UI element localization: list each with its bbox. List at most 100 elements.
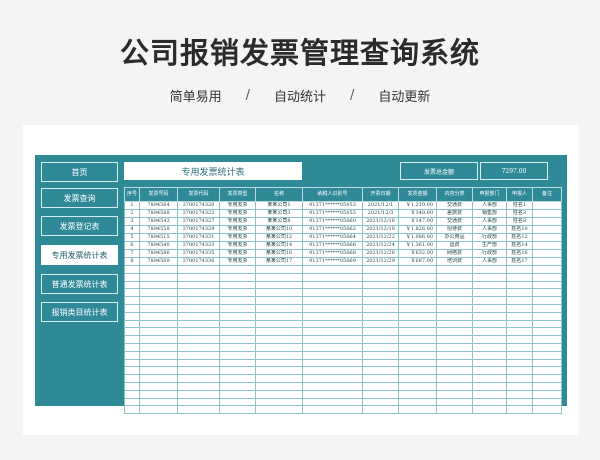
table-cell[interactable]: 2021/12/18 — [362, 225, 399, 234]
empty-table-cell[interactable] — [472, 280, 507, 290]
empty-table-cell[interactable] — [219, 366, 256, 376]
empty-table-cell[interactable] — [532, 265, 562, 274]
empty-table-cell[interactable] — [124, 342, 140, 352]
empty-table-cell[interactable] — [436, 327, 473, 337]
empty-table-cell[interactable] — [362, 366, 399, 376]
empty-table-cell[interactable] — [472, 389, 507, 399]
empty-table-cell[interactable] — [506, 288, 533, 298]
empty-table-cell[interactable] — [506, 358, 533, 368]
table-cell[interactable]: 专用发票 — [219, 209, 256, 218]
empty-table-cell[interactable] — [302, 327, 363, 337]
empty-table-cell[interactable] — [398, 280, 437, 290]
empty-table-cell[interactable] — [219, 319, 256, 329]
table-cell[interactable]: 专用发票 — [219, 249, 256, 258]
table-cell[interactable]: 某某公司8 — [255, 217, 303, 226]
table-cell[interactable]: 专用发票 — [219, 241, 256, 250]
table-cell[interactable]: 7894569 — [139, 257, 178, 266]
table-cell[interactable]: 培训费 — [436, 257, 473, 266]
table-cell[interactable]: 7894543 — [139, 217, 178, 226]
empty-table-cell[interactable] — [255, 405, 303, 415]
empty-table-cell[interactable] — [302, 374, 363, 383]
table-cell[interactable]: 3700174331 — [177, 233, 220, 242]
empty-table-cell[interactable] — [219, 358, 256, 368]
empty-table-cell[interactable] — [362, 303, 399, 313]
empty-table-cell[interactable] — [398, 311, 437, 321]
table-cell[interactable]: ￥348.00 — [398, 209, 437, 218]
empty-table-cell[interactable] — [436, 389, 473, 399]
table-cell[interactable]: ￥687.00 — [398, 257, 437, 266]
empty-table-cell[interactable] — [139, 288, 178, 298]
empty-table-cell[interactable] — [124, 303, 140, 313]
table-cell[interactable]: ￥1,210.00 — [398, 201, 437, 210]
table-cell[interactable]: 专用发票 — [219, 225, 256, 234]
empty-table-cell[interactable] — [362, 327, 399, 337]
nav-home-button[interactable]: 首页 — [41, 162, 118, 182]
empty-table-cell[interactable] — [177, 405, 220, 415]
table-cell[interactable]: 姓名1 — [506, 201, 533, 210]
empty-table-cell[interactable] — [362, 319, 399, 329]
table-cell[interactable]: 91371******05066 — [302, 241, 363, 250]
empty-table-cell[interactable] — [124, 288, 140, 298]
empty-table-cell[interactable] — [255, 272, 303, 282]
empty-table-cell[interactable] — [472, 342, 507, 352]
empty-table-cell[interactable] — [255, 335, 303, 344]
empty-table-cell[interactable] — [139, 303, 178, 313]
empty-table-cell[interactable] — [532, 319, 562, 329]
empty-table-cell[interactable] — [124, 397, 140, 407]
table-cell[interactable]: 姓名12 — [506, 233, 533, 242]
empty-table-cell[interactable] — [472, 296, 507, 305]
table-cell[interactable] — [532, 217, 562, 226]
table-cell[interactable]: 3700174329 — [177, 225, 220, 234]
table-cell[interactable] — [532, 225, 562, 234]
empty-table-cell[interactable] — [472, 272, 507, 282]
table-cell[interactable]: 专用发票 — [219, 257, 256, 266]
empty-table-cell[interactable] — [472, 374, 507, 383]
table-cell[interactable]: 行政部 — [472, 233, 507, 242]
table-cell[interactable]: 4 — [124, 225, 140, 234]
empty-table-cell[interactable] — [139, 342, 178, 352]
table-cell[interactable]: 姓名16 — [506, 249, 533, 258]
table-cell[interactable]: ￥632.00 — [398, 249, 437, 258]
empty-table-cell[interactable] — [219, 280, 256, 290]
table-cell[interactable]: 3700174327 — [177, 217, 220, 226]
empty-table-cell[interactable] — [398, 288, 437, 298]
empty-table-cell[interactable] — [436, 265, 473, 274]
table-cell[interactable] — [532, 257, 562, 266]
empty-table-cell[interactable] — [398, 350, 437, 360]
empty-table-cell[interactable] — [139, 397, 178, 407]
table-cell[interactable]: 7894588 — [139, 209, 178, 218]
empty-table-cell[interactable] — [139, 389, 178, 399]
empty-table-cell[interactable] — [124, 265, 140, 274]
nav-special-invoice-stats-button[interactable]: 专用发票统计表 — [41, 245, 118, 265]
empty-table-cell[interactable] — [124, 350, 140, 360]
empty-table-cell[interactable] — [506, 296, 533, 305]
empty-table-cell[interactable] — [398, 335, 437, 344]
empty-table-cell[interactable] — [436, 303, 473, 313]
table-cell[interactable]: 人事部 — [472, 217, 507, 226]
empty-table-cell[interactable] — [472, 311, 507, 321]
table-cell[interactable]: 8 — [124, 257, 140, 266]
table-cell[interactable]: 专用发票 — [219, 201, 256, 210]
empty-table-cell[interactable] — [472, 366, 507, 376]
table-cell[interactable]: 人事部 — [472, 225, 507, 234]
empty-table-cell[interactable] — [506, 389, 533, 399]
table-cell[interactable]: 91371******05064 — [302, 233, 363, 242]
empty-table-cell[interactable] — [472, 288, 507, 298]
empty-table-cell[interactable] — [506, 342, 533, 352]
empty-table-cell[interactable] — [362, 342, 399, 352]
empty-table-cell[interactable] — [472, 381, 507, 391]
empty-table-cell[interactable] — [124, 358, 140, 368]
empty-table-cell[interactable] — [139, 366, 178, 376]
table-cell[interactable]: 2021/12/29 — [362, 257, 399, 266]
empty-table-cell[interactable] — [436, 366, 473, 376]
empty-table-cell[interactable] — [506, 350, 533, 360]
table-cell[interactable]: 3700174336 — [177, 257, 220, 266]
empty-table-cell[interactable] — [255, 350, 303, 360]
empty-table-cell[interactable] — [139, 358, 178, 368]
nav-invoice-query-button[interactable]: 发票查询 — [41, 188, 118, 208]
empty-table-cell[interactable] — [362, 265, 399, 274]
empty-table-cell[interactable] — [177, 374, 220, 383]
table-cell[interactable] — [532, 249, 562, 258]
empty-table-cell[interactable] — [506, 381, 533, 391]
empty-table-cell[interactable] — [219, 381, 256, 391]
